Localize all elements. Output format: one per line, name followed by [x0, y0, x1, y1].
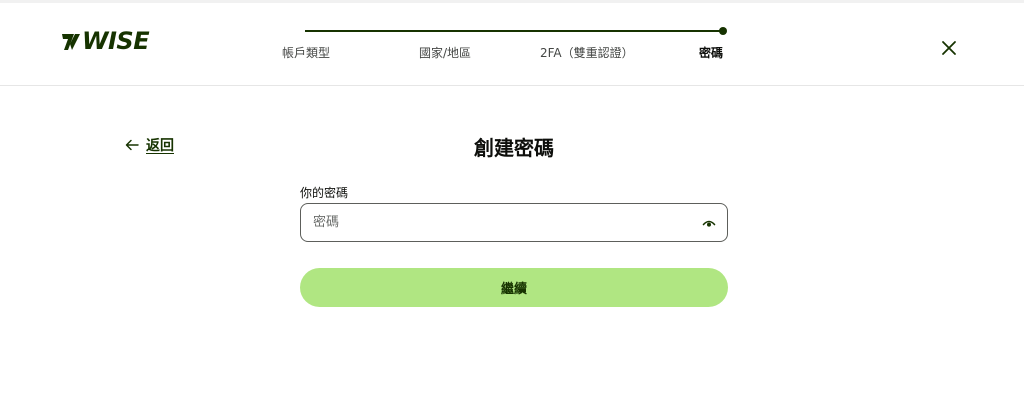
wise-flag-icon [62, 34, 80, 50]
step-account-type: 帳戶類型 [282, 46, 331, 60]
step-2fa: 2FA（雙重認證） [540, 46, 634, 60]
page-title: 創建密碼 [474, 136, 554, 160]
logo-wordmark: WISE [82, 27, 150, 55]
password-input[interactable] [313, 204, 683, 240]
close-icon [942, 41, 956, 55]
password-label: 你的密碼 [300, 186, 349, 200]
back-link[interactable]: 返回 [125, 135, 174, 155]
continue-button[interactable]: 繼續 [300, 268, 728, 307]
toggle-password-visibility-button[interactable] [701, 215, 717, 229]
close-button[interactable] [938, 37, 960, 59]
step-password: 密碼 [699, 46, 724, 60]
stepper-current-dot [719, 27, 727, 35]
top-header: WISE 帳戶類型 國家/地區 2FA（雙重認證） 密碼 [0, 3, 1024, 86]
arrow-left-icon [125, 139, 139, 151]
progress-stepper: 帳戶類型 國家/地區 2FA（雙重認證） 密碼 [280, 25, 750, 65]
password-field-wrapper [300, 203, 728, 242]
back-label: 返回 [146, 138, 174, 154]
eye-icon [702, 220, 716, 227]
step-country-region: 國家/地區 [419, 46, 472, 60]
stepper-progress-line [305, 30, 723, 32]
wise-logo[interactable]: WISE [60, 27, 150, 55]
